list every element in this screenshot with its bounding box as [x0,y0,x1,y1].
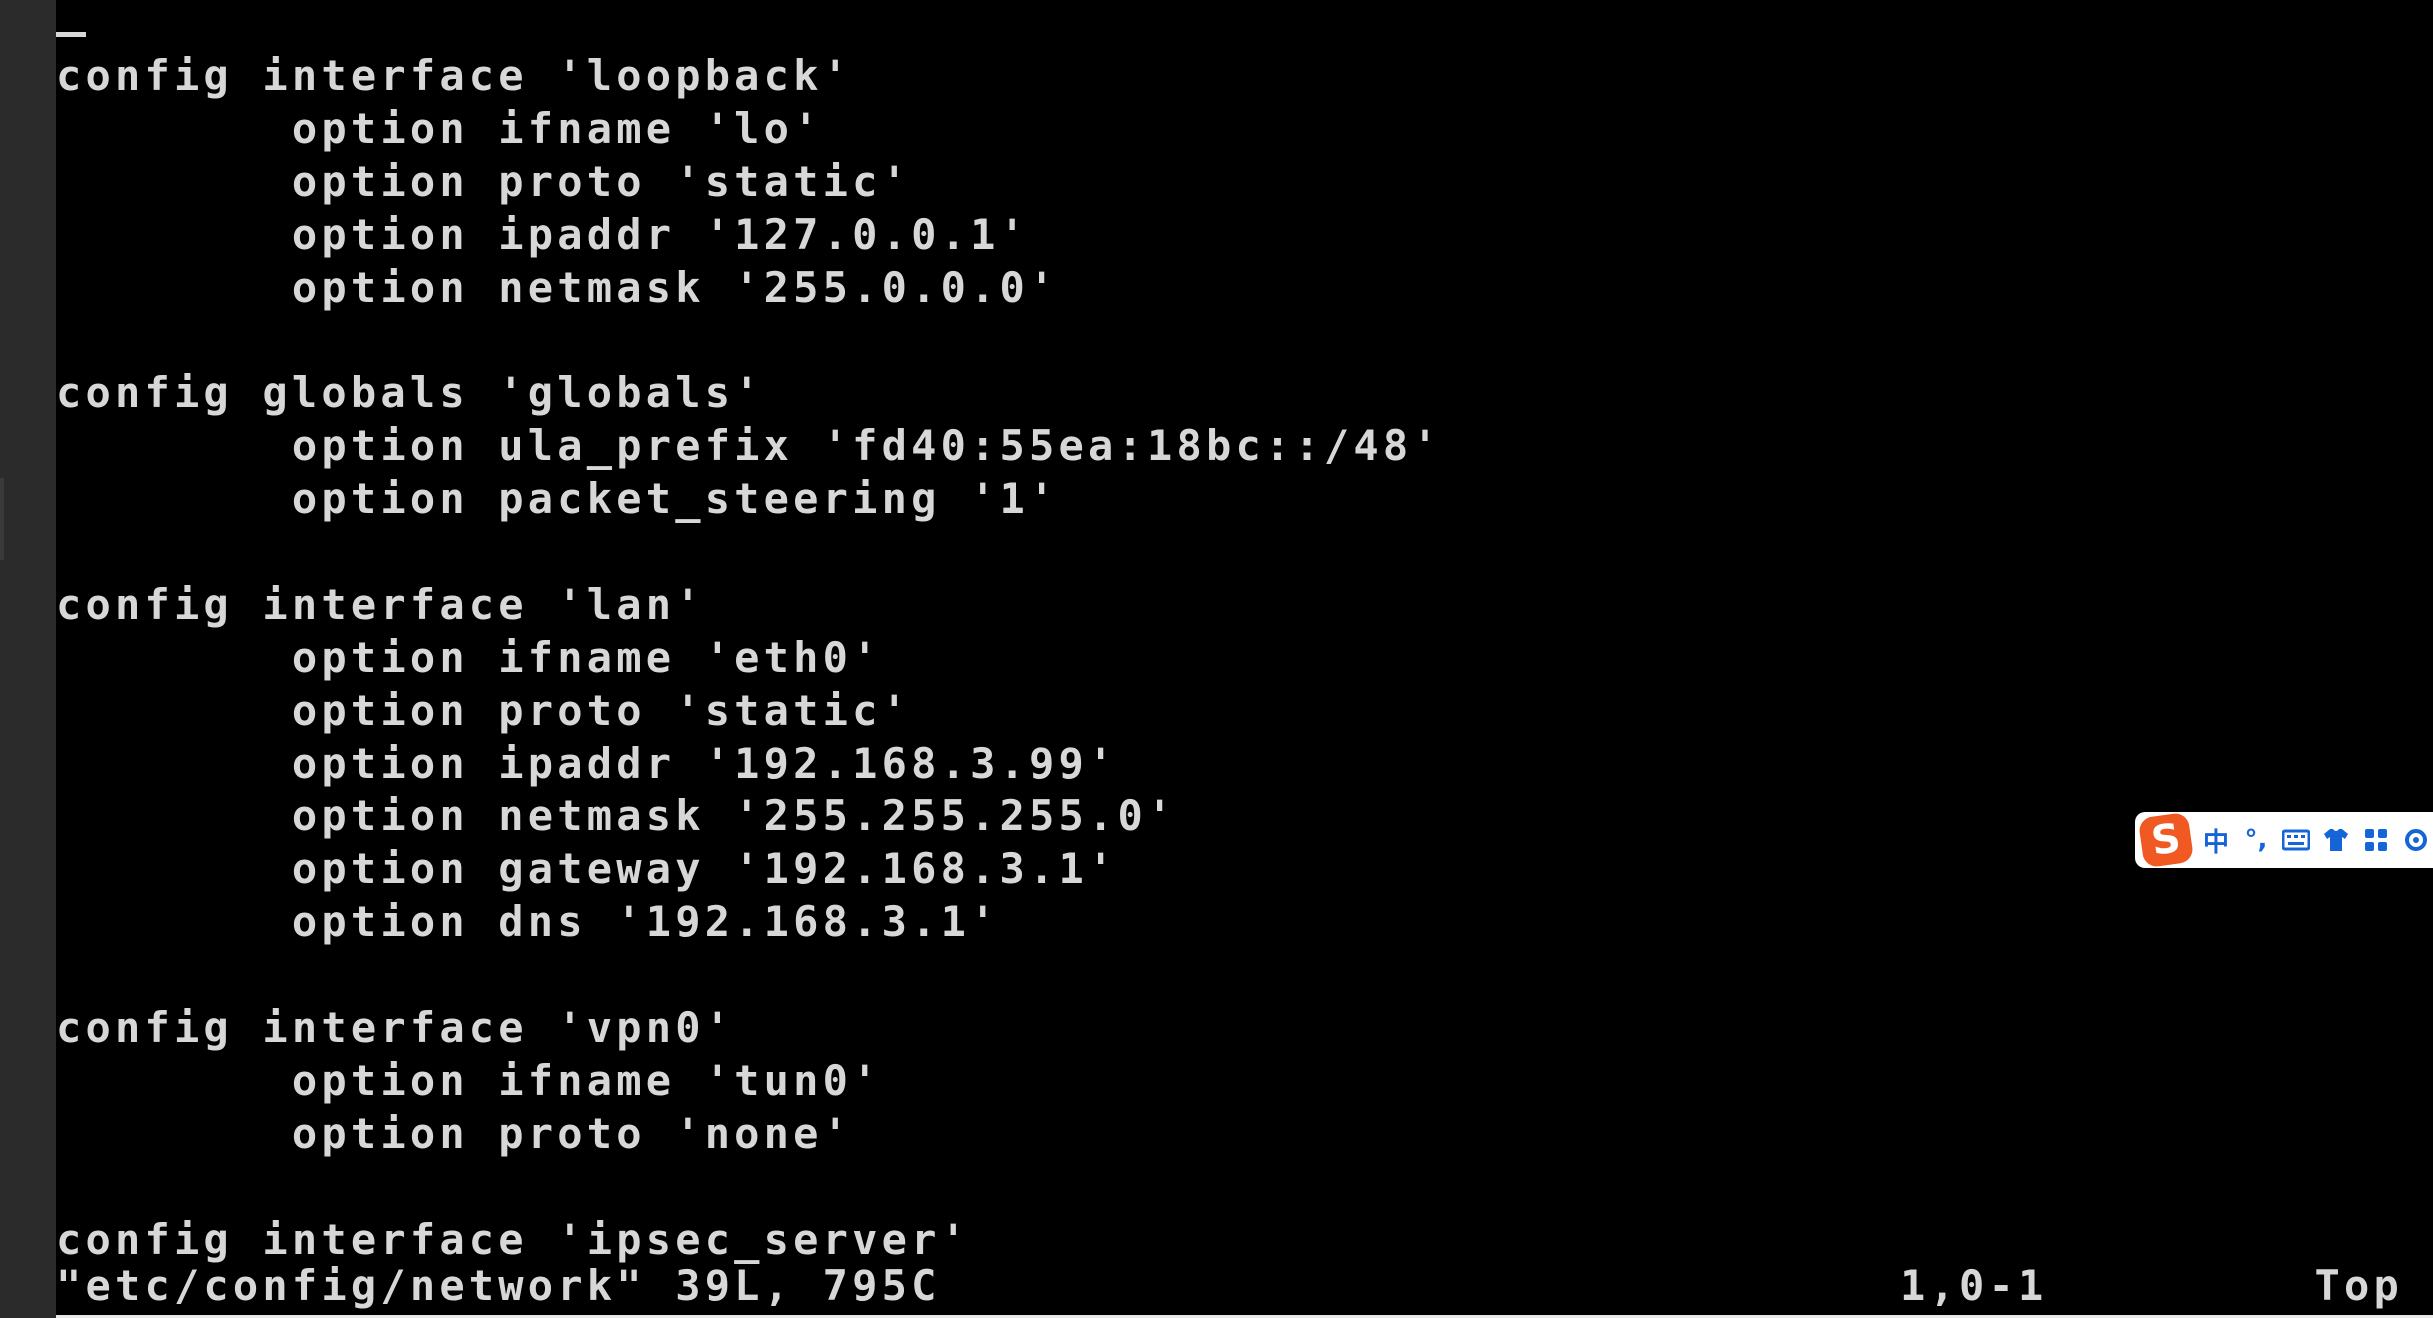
settings-icon[interactable] [2401,827,2431,853]
ime-mode-toggle[interactable]: 中 [2201,822,2231,859]
host-window-edge [0,0,56,1318]
file-line: option ifname 'eth0' [56,632,882,682]
sogou-logo-icon[interactable]: S [2137,812,2195,868]
file-line: option netmask '255.0.0.0' [56,262,1059,312]
skin-icon[interactable] [2321,827,2351,853]
keyboard-icon[interactable] [2281,829,2311,851]
file-line: option ifname 'lo' [56,103,823,153]
file-line: option ipaddr '127.0.0.1' [56,209,1030,259]
file-line [56,526,1442,579]
edge-handle [0,478,4,560]
file-line [56,314,1442,367]
file-line: config globals 'globals' [56,368,764,418]
vm-console-window: config interface 'loopback' option ifnam… [0,0,2433,1318]
file-line [56,1161,1442,1214]
file-line: option dns '192.168.3.1' [56,897,1000,947]
file-line: option ipaddr '192.168.3.99' [56,738,1118,788]
file-line: config interface 'ipsec_server' [56,1214,971,1264]
file-line [56,949,1442,1002]
text-cursor [56,32,86,37]
ime-toolbar[interactable]: S 中 °, [2135,812,2433,868]
file-line: option proto 'none' [56,1108,853,1158]
file-line: config interface 'lan' [56,579,705,629]
status-scroll-position: Top [2314,1261,2403,1310]
file-line: option proto 'static' [56,685,912,735]
file-line: option ula_prefix 'fd40:55ea:18bc::/48' [56,421,1442,471]
file-line: option packet_steering '1' [56,474,1059,524]
punctuation-toggle[interactable]: °, [2241,825,2271,855]
status-cursor-position: 1,0-1 [1900,1261,2048,1310]
vim-terminal[interactable]: config interface 'loopback' option ifnam… [56,10,2433,1315]
status-file-info: "etc/config/network" 39L, 795C [56,1261,941,1310]
vim-status-line: "etc/config/network" 39L, 795C 1,0-1 Top [56,1260,2403,1312]
file-line: option gateway '192.168.3.1' [56,844,1118,894]
file-line: option proto 'static' [56,156,912,206]
toolbox-icon[interactable] [2361,827,2391,853]
file-line: option ifname 'tun0' [56,1055,882,1105]
file-content: config interface 'loopback' option ifnam… [56,50,1442,1266]
file-line: option netmask '255.255.255.0' [56,791,1177,841]
file-line: config interface 'vpn0' [56,1003,735,1053]
file-line: config interface 'loopback' [56,51,853,100]
